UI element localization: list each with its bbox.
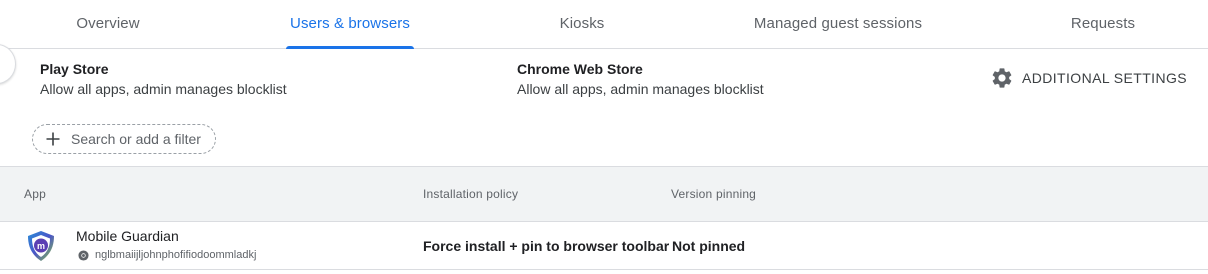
column-header-installation-policy[interactable]: Installation policy bbox=[423, 187, 518, 201]
column-header-version-pinning[interactable]: Version pinning bbox=[671, 187, 756, 201]
svg-text:m: m bbox=[37, 241, 45, 251]
gear-icon bbox=[992, 68, 1012, 88]
side-panel-toggle[interactable] bbox=[0, 44, 16, 84]
column-header-app[interactable]: App bbox=[24, 187, 46, 201]
version-pinning-value: Not pinned bbox=[672, 238, 746, 254]
app-name: Mobile Guardian bbox=[76, 228, 179, 244]
tab-bar: Overview Users & browsers Kiosks Managed… bbox=[0, 0, 1208, 49]
installation-policy-value: Force install + pin to browser toolbar bbox=[423, 238, 670, 254]
play-store-description: Allow all apps, admin manages blocklist bbox=[40, 81, 287, 97]
tab-overview[interactable]: Overview bbox=[58, 0, 158, 48]
table-row[interactable]: m Mobile Guardian nglbmaiijljohnphofifio… bbox=[0, 222, 1208, 270]
plus-icon bbox=[46, 132, 60, 146]
search-filter-placeholder: Search or add a filter bbox=[71, 131, 201, 147]
app-id: nglbmaiijljohnphofifiodoommladkj bbox=[95, 249, 257, 261]
chrome-web-store-title: Chrome Web Store bbox=[517, 61, 643, 77]
tab-users-browsers[interactable]: Users & browsers bbox=[286, 0, 414, 49]
chrome-web-store-description: Allow all apps, admin manages blocklist bbox=[517, 81, 764, 97]
mobile-guardian-app-icon: m bbox=[28, 231, 54, 261]
active-tab-indicator bbox=[286, 46, 414, 49]
additional-settings-label: ADDITIONAL SETTINGS bbox=[1022, 70, 1187, 86]
apps-table-header: App Installation policy Version pinning bbox=[0, 166, 1208, 222]
chrome-icon bbox=[78, 249, 89, 261]
additional-settings-button[interactable]: ADDITIONAL SETTINGS bbox=[990, 64, 1187, 92]
app-id-container: nglbmaiijljohnphofifiodoommladkj bbox=[78, 249, 256, 261]
play-store-setting[interactable]: Play Store Allow all apps, admin manages… bbox=[40, 60, 287, 99]
tab-users-browsers-label: Users & browsers bbox=[290, 15, 410, 32]
search-filter-input[interactable]: Search or add a filter bbox=[32, 124, 216, 154]
play-store-title: Play Store bbox=[40, 61, 109, 77]
chrome-web-store-setting[interactable]: Chrome Web Store Allow all apps, admin m… bbox=[517, 60, 764, 99]
tab-managed-guest-sessions[interactable]: Managed guest sessions bbox=[746, 0, 930, 48]
tab-requests[interactable]: Requests bbox=[1062, 0, 1144, 48]
tab-kiosks[interactable]: Kiosks bbox=[550, 0, 614, 48]
